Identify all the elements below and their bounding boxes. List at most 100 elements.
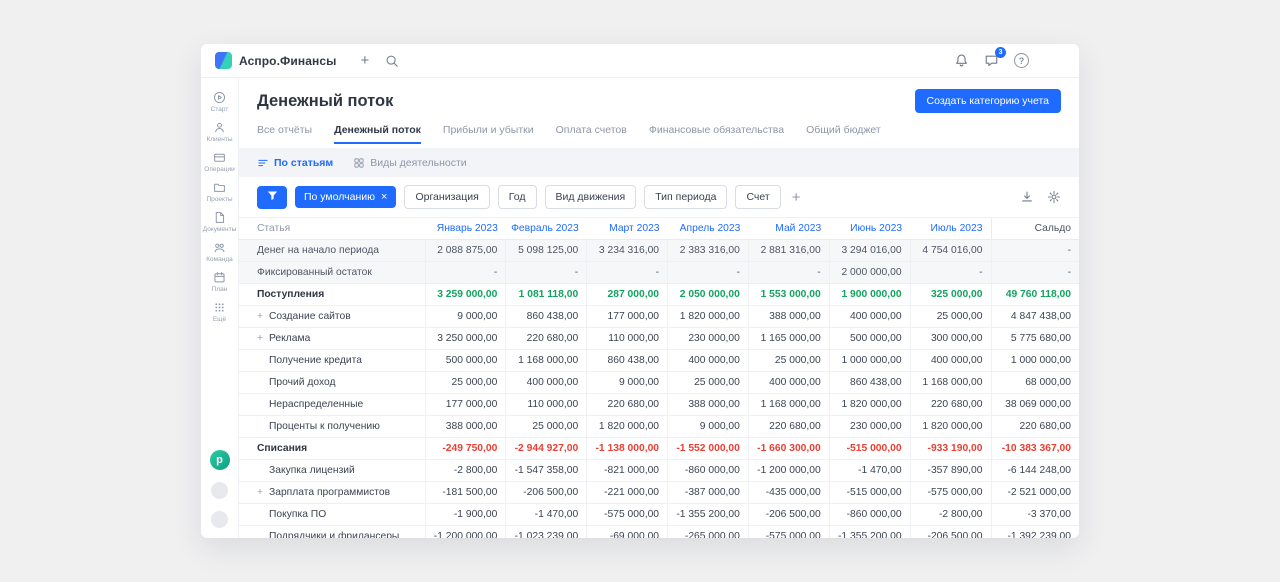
user-avatar[interactable] (1044, 50, 1065, 71)
value-cell: -933 190,00 (910, 438, 991, 460)
value-cell: 500 000,00 (829, 328, 910, 350)
sidebar-item-label: Команда (206, 256, 232, 263)
value-cell: -575 000,00 (910, 482, 991, 504)
app-switcher-icon[interactable] (211, 511, 228, 528)
tab-payments[interactable]: Оплата счетов (556, 124, 627, 144)
tab-budget[interactable]: Общий бюджет (806, 124, 881, 144)
row-label-text: Получение кредита (269, 355, 362, 366)
table-row: Получение кредита500 000,001 168 000,008… (239, 350, 1079, 372)
download-icon[interactable] (1020, 190, 1034, 204)
gear-icon[interactable] (1047, 190, 1061, 204)
expand-icon[interactable]: + (257, 487, 269, 498)
notifications-bell-icon[interactable] (954, 53, 969, 68)
projects-icon (213, 181, 226, 194)
sidebar-item-operations[interactable]: Операции (201, 151, 238, 173)
sidebar: Старт Клиенты Операции Проекты Документы Кома… (201, 78, 239, 538)
column-header-month[interactable]: Январь 2023 (425, 218, 506, 240)
value-cell: -181 500,00 (425, 482, 506, 504)
plan-icon (213, 271, 226, 284)
brand[interactable]: Аспро.Финансы (215, 52, 336, 69)
value-cell: 110 000,00 (587, 328, 668, 350)
expand-icon[interactable]: + (257, 311, 269, 322)
value-cell: -860 000,00 (668, 460, 749, 482)
value-cell: -10 383 367,00 (991, 438, 1079, 460)
add-filter-button[interactable]: + (792, 190, 801, 205)
row-label: Списания (239, 438, 425, 460)
chip-close-icon[interactable]: × (381, 192, 387, 203)
value-cell: - (991, 240, 1079, 262)
column-header-article: Статья (239, 218, 425, 240)
subtab-by-activity[interactable]: Виды деятельности (353, 157, 466, 169)
table-row: Проценты к получению388 000,0025 000,001… (239, 416, 1079, 438)
value-cell: - (506, 262, 587, 284)
sidebar-item-projects[interactable]: Проекты (201, 181, 238, 203)
value-cell: 1 820 000,00 (668, 306, 749, 328)
topbar: Аспро.Финансы + 3 ? (201, 44, 1079, 78)
row-label-text: Проценты к получению (269, 421, 380, 432)
expand-icon[interactable]: + (257, 333, 269, 344)
page-title: Денежный поток (257, 92, 393, 111)
quick-add-button[interactable]: + (360, 53, 369, 68)
sidebar-item-label: Документы (203, 226, 237, 233)
filter-period-type[interactable]: Тип периода (644, 185, 727, 209)
filter-year[interactable]: Год (498, 185, 537, 209)
tab-all-reports[interactable]: Все отчёты (257, 124, 312, 144)
app-switcher-icon[interactable] (211, 482, 228, 499)
value-cell: -1 547 358,00 (506, 460, 587, 482)
value-cell: 388 000,00 (668, 394, 749, 416)
value-cell: -1 470,00 (829, 460, 910, 482)
column-header-month[interactable]: Июнь 2023 (829, 218, 910, 240)
app-logo-icon (215, 52, 232, 69)
row-label-text: Зарплата программистов (269, 487, 390, 498)
value-cell: 177 000,00 (587, 306, 668, 328)
row-label-text: Подрядчики и фрилансеры (269, 531, 399, 538)
value-cell: -435 000,00 (748, 482, 829, 504)
value-cell: -221 000,00 (587, 482, 668, 504)
column-header-month[interactable]: Апрель 2023 (668, 218, 749, 240)
sidebar-item-more[interactable]: Ещё (201, 301, 238, 323)
sidebar-item-plan[interactable]: План (201, 271, 238, 293)
value-cell: 2 050 000,00 (668, 284, 749, 306)
sidebar-item-label: План (212, 286, 228, 293)
filter-button[interactable] (257, 186, 287, 209)
value-cell: 2 000 000,00 (829, 262, 910, 284)
column-header-month[interactable]: Март 2023 (587, 218, 668, 240)
filter-organization[interactable]: Организация (404, 185, 489, 209)
aspro-cloud-logo-icon[interactable]: p (210, 450, 230, 470)
value-cell: 860 438,00 (829, 372, 910, 394)
sidebar-item-label: Проекты (206, 196, 232, 203)
value-cell: 388 000,00 (425, 416, 506, 438)
column-header-month[interactable]: Июль 2023 (910, 218, 991, 240)
filter-chip-default[interactable]: По умолчанию × (295, 186, 396, 208)
tab-pnl[interactable]: Прибыли и убытки (443, 124, 534, 144)
view-switcher: По статьям Виды деятельности (239, 148, 1079, 177)
filter-account[interactable]: Счет (735, 185, 780, 209)
sidebar-item-team[interactable]: Команда (201, 241, 238, 263)
value-cell: 3 294 016,00 (829, 240, 910, 262)
column-header-month[interactable]: Февраль 2023 (506, 218, 587, 240)
value-cell: -821 000,00 (587, 460, 668, 482)
sidebar-item-documents[interactable]: Документы (201, 211, 238, 233)
value-cell: 400 000,00 (668, 350, 749, 372)
value-cell: 5 775 680,00 (991, 328, 1079, 350)
value-cell: 1 820 000,00 (910, 416, 991, 438)
grid-icon (353, 157, 365, 169)
value-cell: - (748, 262, 829, 284)
value-cell: -1 023 239,00 (506, 526, 587, 539)
column-header-month[interactable]: Май 2023 (748, 218, 829, 240)
subtab-by-articles[interactable]: По статьям (257, 157, 333, 169)
row-label: Закупка лицензий (239, 460, 425, 482)
chat-icon[interactable]: 3 (984, 53, 999, 68)
start-icon (213, 91, 226, 104)
create-category-button[interactable]: Создать категорию учета (915, 89, 1061, 113)
tab-liabilities[interactable]: Финансовые обязательства (649, 124, 784, 144)
help-icon[interactable]: ? (1014, 53, 1029, 68)
sidebar-item-clients[interactable]: Клиенты (201, 121, 238, 143)
sidebar-nav: Старт Клиенты Операции Проекты Документы Кома… (201, 91, 238, 331)
table-header-row: СтатьяЯнварь 2023Февраль 2023Март 2023Ап… (239, 218, 1079, 240)
topbar-actions: 3 ? (954, 50, 1065, 71)
tab-cashflow[interactable]: Денежный поток (334, 124, 421, 144)
sidebar-item-start[interactable]: Старт (201, 91, 238, 113)
filter-movement-type[interactable]: Вид движения (545, 185, 637, 209)
search-icon[interactable] (385, 54, 399, 68)
